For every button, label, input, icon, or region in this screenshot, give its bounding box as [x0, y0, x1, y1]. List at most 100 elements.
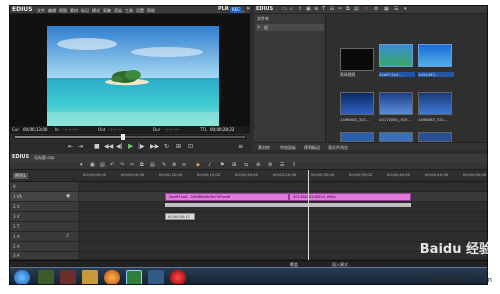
clip-thumbnail[interactable] — [379, 44, 413, 67]
eye-icon[interactable]: ◉ — [66, 194, 70, 199]
export-icon[interactable]: ⇪ — [292, 163, 296, 168]
insert-icon[interactable]: ⊞ — [176, 144, 181, 150]
track-header[interactable]: 3 A — [10, 252, 78, 260]
edius-icon[interactable] — [126, 270, 142, 284]
ripple-icon[interactable]: ≋ — [182, 163, 186, 168]
file-explorer-icon[interactable] — [82, 270, 98, 284]
snap-icon[interactable]: ⊞ — [232, 163, 236, 168]
clip-thumbnail[interactable] — [340, 92, 374, 115]
delete-icon[interactable]: ✕ — [364, 7, 368, 12]
track-lane[interactable]: 00;00;05;12 — [79, 212, 487, 222]
rewind-icon[interactable]: ◀◀ — [104, 144, 113, 150]
media-player-icon[interactable] — [60, 270, 76, 284]
dropdown-icon[interactable]: ▾ — [404, 7, 407, 12]
window-controls[interactable]: _ ✕ — [242, 7, 250, 12]
timeline-clip-a[interactable]: 2edff74a4...190f60b6c9a75f5ac6f — [165, 193, 289, 201]
loop-icon[interactable]: ↻ — [164, 144, 169, 150]
list-icon[interactable]: ☰ — [280, 163, 284, 168]
player-titlebar: EDIUS 文件 编辑 视图 素材 标记 模式 采集 渲染 工具 设置 帮助 P… — [10, 6, 250, 14]
track-header[interactable]: 1 VA ◉ — [10, 192, 78, 202]
ruler-tick: 00;00;15;00 — [197, 172, 221, 177]
track-header[interactable]: 1 T — [10, 222, 78, 232]
marker-icon[interactable]: ⚑ — [220, 163, 224, 168]
record-icon[interactable] — [170, 270, 186, 284]
set-out-icon[interactable]: ⇥ — [78, 144, 83, 150]
save-icon[interactable]: ▤ — [100, 163, 105, 168]
copy-icon[interactable]: ⧉ — [346, 7, 350, 12]
window-icon[interactable] — [148, 270, 164, 284]
record-mode-badge[interactable]: REC — [230, 7, 242, 13]
step-back-icon[interactable]: ◀| — [116, 144, 123, 150]
list-icon[interactable]: ☰ — [394, 7, 398, 12]
sync-icon[interactable]: ⇆ — [244, 163, 248, 168]
clip-thumbnail[interactable] — [340, 48, 374, 71]
track-lane[interactable] — [79, 222, 487, 232]
folder-icon[interactable] — [38, 270, 54, 284]
overwrite-icon[interactable]: ⊡ — [188, 144, 193, 150]
cut-icon[interactable]: ✂ — [130, 163, 134, 168]
cut-icon[interactable]: ✂ — [338, 7, 342, 12]
fast-forward-icon[interactable]: ▶▶ — [150, 144, 159, 150]
redo-icon[interactable]: ↷ — [120, 163, 124, 168]
delete-icon[interactable]: ⊗ — [172, 163, 176, 168]
track-header[interactable]: 2 A — [10, 242, 78, 252]
speaker-icon[interactable]: ♪ — [66, 234, 69, 239]
tab-markers[interactable]: 序列标记 — [304, 145, 320, 151]
title-icon[interactable]: T — [322, 7, 325, 12]
new-folder-icon[interactable]: ▭ — [282, 7, 287, 12]
track-lane[interactable] — [79, 182, 487, 192]
start-orb-icon[interactable] — [14, 270, 30, 284]
add-clip-icon[interactable]: ⊕ — [314, 7, 318, 12]
undo-icon[interactable]: ↶ — [110, 163, 114, 168]
edius-window: EDIUS 文件 编辑 视图 素材 标记 模式 采集 渲染 工具 设置 帮助 P… — [9, 5, 488, 285]
mode-icon[interactable]: ▾ — [80, 163, 83, 168]
tab-bin[interactable]: 素材库 — [258, 145, 270, 151]
track-header[interactable]: 2 V — [10, 202, 78, 212]
paste-icon[interactable]: ▤ — [150, 163, 155, 168]
firefox-icon[interactable] — [104, 270, 120, 284]
copy-icon[interactable]: ⧉ — [140, 163, 144, 168]
clip-thumbnail[interactable] — [379, 92, 413, 115]
render-icon[interactable]: ◆ — [196, 163, 200, 168]
view-icon[interactable]: ▦ — [384, 7, 389, 12]
paste-icon[interactable]: ▤ — [354, 7, 359, 12]
tab-source-browser[interactable]: 源文件浏览 — [328, 145, 348, 151]
app-logo: EDIUS — [12, 6, 33, 13]
scrub-handle[interactable] — [121, 134, 125, 140]
search-icon[interactable]: ⌕ — [290, 7, 293, 12]
clip-thumbnail[interactable] — [418, 132, 452, 142]
track-header[interactable]: 1 A ♪ — [10, 232, 78, 242]
up-folder-icon[interactable]: ⇧ — [298, 7, 302, 12]
properties-icon[interactable]: ⚙ — [374, 7, 378, 12]
open-icon[interactable]: ▣ — [306, 7, 311, 12]
player-mode-badge[interactable]: PLR — [218, 7, 229, 12]
out-label: Out — [98, 127, 106, 132]
zoom-icon[interactable]: ⊕ — [256, 163, 260, 168]
track-header[interactable]: 3 V — [10, 212, 78, 222]
tab-effects[interactable]: 特效面板 — [280, 145, 296, 151]
stop-icon[interactable]: ■ — [94, 144, 100, 150]
audio-icon[interactable]: ♪ — [208, 163, 211, 168]
menu-icon[interactable]: ≡ — [238, 144, 243, 150]
sequence-tab[interactable]: 序列1 — [13, 173, 28, 179]
set-in-icon[interactable]: ⇤ — [68, 144, 73, 150]
clip-thumbnail[interactable] — [418, 44, 452, 67]
settings-icon[interactable]: ⚙ — [268, 163, 272, 168]
open-sequence-icon[interactable]: ▣ — [90, 163, 95, 168]
track-header[interactable]: V — [10, 182, 78, 192]
sequence-icon[interactable]: ⊟ — [330, 7, 334, 12]
clip-thumbnail[interactable] — [418, 92, 452, 115]
timeline-playhead[interactable] — [308, 170, 309, 260]
play-icon[interactable]: ▶ — [128, 143, 133, 150]
track-lane[interactable]: 2edff74a4...190f60b6c9a75f5ac6f 20130826… — [79, 192, 487, 202]
clip-thumbnail[interactable] — [340, 132, 374, 142]
audio-waveform-bar — [165, 203, 411, 207]
step-forward-icon[interactable]: |▶ — [138, 144, 145, 150]
player-scrub-bar[interactable] — [14, 134, 246, 140]
add-edit-icon[interactable]: ✎ — [162, 163, 166, 168]
root-folder-item[interactable]: ▸ 根 — [256, 24, 324, 31]
project-name: 无标题.ezp — [34, 155, 55, 160]
timeline-ruler[interactable]: 00;00;00;00 00;00;05;00 00;00;10;00 00;0… — [79, 170, 487, 182]
clip-thumbnail[interactable] — [379, 132, 413, 142]
track-lane[interactable] — [79, 202, 487, 212]
